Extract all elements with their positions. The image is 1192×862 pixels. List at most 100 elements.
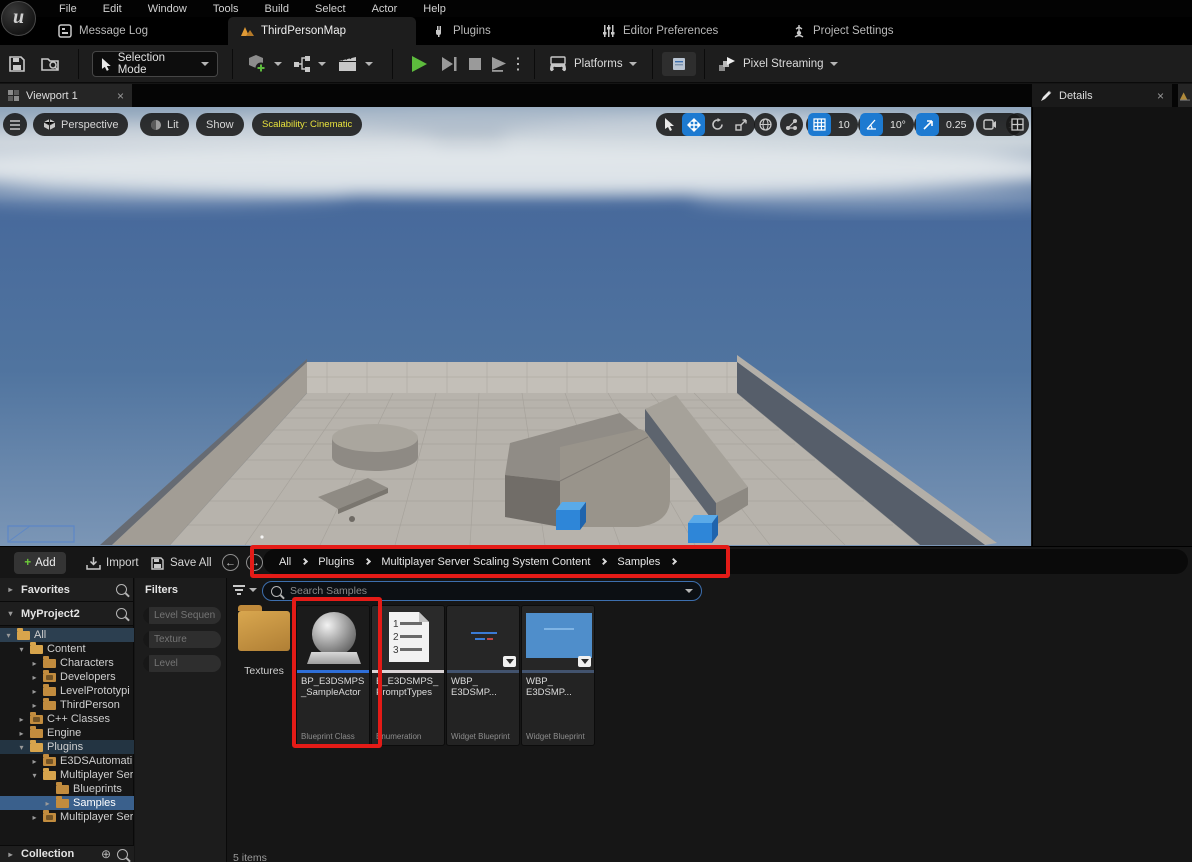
- tree-item-characters[interactable]: ▸Characters: [0, 656, 134, 670]
- menu-actor[interactable]: Actor: [359, 2, 411, 16]
- viewport-3d-scene[interactable]: [0, 107, 1031, 546]
- partial-tab[interactable]: [1178, 84, 1192, 107]
- tree-item-e3dsautomation[interactable]: ▸E3DSAutomati: [0, 754, 134, 768]
- menu-select[interactable]: Select: [302, 2, 359, 16]
- tree-item-thirdperson[interactable]: ▸ThirdPerson: [0, 698, 134, 712]
- show-dropdown[interactable]: Show: [196, 113, 244, 136]
- grid-snap-value[interactable]: 10: [832, 119, 856, 131]
- grid-snap-toggle[interactable]: [808, 113, 831, 136]
- search-input[interactable]: [288, 584, 679, 598]
- viewport-tab[interactable]: Viewport 1 ×: [0, 84, 132, 107]
- menu-tools[interactable]: Tools: [200, 2, 252, 16]
- frame-skip-button[interactable]: [438, 53, 460, 75]
- scene-blue-cube-2[interactable]: [688, 515, 718, 543]
- breadcrumb-plugins[interactable]: Plugins: [318, 556, 354, 568]
- asset-card-wbp-1[interactable]: WBP_E3DSMP... Widget Blueprint: [446, 605, 520, 746]
- menu-file[interactable]: File: [46, 2, 90, 16]
- tab-message-log[interactable]: Message Log: [46, 17, 160, 45]
- import-button[interactable]: Import: [86, 552, 139, 574]
- tree-item-cpp-classes[interactable]: ▸C++ Classes: [0, 712, 134, 726]
- blueprints-button[interactable]: [292, 51, 326, 77]
- tree-item-levelprototyping[interactable]: ▸LevelPrototypi: [0, 684, 134, 698]
- world-local-toggle-button[interactable]: [754, 113, 777, 136]
- viewport-options-menu-button[interactable]: [3, 113, 27, 136]
- breadcrumb-all[interactable]: All: [279, 556, 291, 568]
- filter-level[interactable]: Level: [143, 655, 221, 672]
- quad-view-button[interactable]: [1006, 113, 1029, 136]
- tree-item-multiplayer-server[interactable]: ▾Multiplayer Ser: [0, 768, 134, 782]
- asset-card-bp-sampleactor[interactable]: BP_E3DSMPS_SampleActor Blueprint Class: [296, 605, 370, 746]
- chevron-down-icon[interactable]: [685, 589, 693, 593]
- favorites-header[interactable]: ▸ Favorites: [0, 578, 133, 602]
- search-icon[interactable]: [117, 849, 128, 860]
- platforms-dropdown[interactable]: Platforms: [548, 51, 637, 77]
- tree-item-developers[interactable]: ▸Developers: [0, 670, 134, 684]
- filter-dropdown-button[interactable]: [232, 584, 257, 596]
- tab-thirdpersonmap[interactable]: ThirdPersonMap: [228, 17, 416, 45]
- close-icon[interactable]: ×: [1157, 89, 1164, 103]
- breadcrumb-plugin-content[interactable]: Multiplayer Server Scaling System Conten…: [381, 556, 590, 568]
- cinematics-button[interactable]: [338, 51, 373, 77]
- close-icon[interactable]: ×: [117, 89, 124, 103]
- browse-content-button[interactable]: [40, 53, 62, 75]
- stop-button[interactable]: [464, 53, 486, 75]
- rotate-tool-button[interactable]: [706, 113, 729, 136]
- collection-header[interactable]: ▸ Collection ⊕: [0, 845, 134, 862]
- asset-card-enum-prompttypes[interactable]: 1 2 3 E_E3DSMPS_PromptTypes Enumeration: [371, 605, 445, 746]
- tab-editor-preferences[interactable]: Editor Preferences: [590, 17, 730, 45]
- asset-folder-textures[interactable]: Textures: [233, 605, 295, 715]
- scene-blue-cube-1[interactable]: [556, 502, 586, 530]
- save-all-button[interactable]: Save All: [150, 552, 212, 574]
- play-button[interactable]: [408, 53, 430, 75]
- device-profile-button[interactable]: [662, 52, 696, 76]
- scalability-warning-button[interactable]: Scalability: Cinematic: [252, 113, 362, 136]
- camera-speed-button[interactable]: [978, 113, 1001, 136]
- scale-snap-value[interactable]: 0.25: [940, 119, 972, 131]
- filter-texture[interactable]: Texture: [143, 631, 221, 648]
- select-tool-button[interactable]: [658, 113, 681, 136]
- add-button[interactable]: + Add: [14, 552, 66, 574]
- tree-item-samples[interactable]: ▸Samples: [0, 796, 134, 810]
- tree-item-content[interactable]: ▾Content: [0, 642, 134, 656]
- pixel-streaming-dropdown[interactable]: Pixel Streaming: [718, 51, 838, 77]
- rotation-snap-value[interactable]: 10°: [884, 119, 912, 131]
- breadcrumb-samples[interactable]: Samples: [617, 556, 660, 568]
- back-button[interactable]: ←: [222, 554, 239, 571]
- search-icon[interactable]: [116, 608, 127, 619]
- panel-tab-row: Viewport 1 × Details ×: [0, 84, 1192, 107]
- search-assets-field[interactable]: [262, 581, 702, 601]
- play-options-kebab-icon[interactable]: ⋮: [512, 53, 524, 75]
- scale-snap-toggle[interactable]: [916, 113, 939, 136]
- menu-edit[interactable]: Edit: [90, 2, 135, 16]
- save-current-level-button[interactable]: [6, 53, 28, 75]
- menu-window[interactable]: Window: [135, 2, 200, 16]
- move-tool-button[interactable]: [682, 113, 705, 136]
- launch-button[interactable]: [488, 53, 510, 75]
- project-header[interactable]: ▾ MyProject2: [0, 602, 133, 626]
- menu-help[interactable]: Help: [410, 2, 459, 16]
- tree-item-all[interactable]: ▾All: [0, 628, 134, 642]
- rotation-snap-toggle[interactable]: [860, 113, 883, 136]
- scale-tool-button[interactable]: [730, 113, 753, 136]
- forward-button[interactable]: →: [246, 554, 263, 571]
- scene-cylinder[interactable]: [332, 424, 418, 471]
- add-collection-icon[interactable]: ⊕: [101, 847, 111, 861]
- selection-mode-dropdown[interactable]: Selection Mode: [92, 51, 218, 77]
- surface-snapping-button[interactable]: [780, 113, 803, 136]
- lit-dropdown[interactable]: Lit: [140, 113, 189, 136]
- tree-item-blueprints[interactable]: Blueprints: [0, 782, 134, 796]
- tab-plugins[interactable]: Plugins: [420, 17, 503, 45]
- details-tab[interactable]: Details ×: [1032, 84, 1172, 107]
- tab-project-settings[interactable]: Project Settings: [780, 17, 906, 45]
- viewport-3d[interactable]: Perspective Lit Show Scalability: Cinema…: [0, 107, 1031, 546]
- add-actor-button[interactable]: [246, 51, 282, 77]
- tree-item-engine[interactable]: ▸Engine: [0, 726, 134, 740]
- asset-card-wbp-2[interactable]: WBP_E3DSMP... Widget Blueprint: [521, 605, 595, 746]
- menu-build[interactable]: Build: [252, 2, 302, 16]
- search-icon[interactable]: [116, 584, 127, 595]
- perspective-dropdown[interactable]: Perspective: [33, 113, 128, 136]
- filter-level-sequence[interactable]: Level Sequen: [143, 607, 221, 624]
- tree-item-plugins[interactable]: ▾Plugins: [0, 740, 134, 754]
- tree-item-multiplayer-server-2[interactable]: ▸Multiplayer Ser: [0, 810, 134, 824]
- unreal-engine-logo-icon[interactable]: u: [1, 1, 36, 36]
